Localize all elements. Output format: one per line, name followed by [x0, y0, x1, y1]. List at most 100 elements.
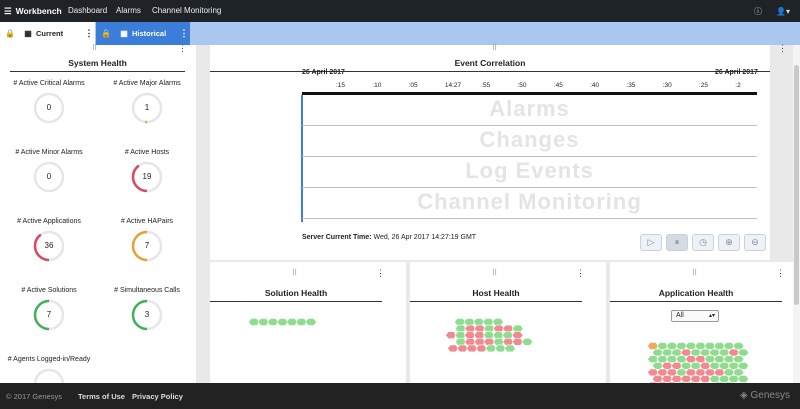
lane-log-events[interactable]: Log Events [302, 157, 757, 188]
metric-tile[interactable]: # Active HAPairs 7 [98, 218, 196, 262]
metric-label: # Simultaneous Calls [114, 287, 180, 294]
hex-cell[interactable] [732, 342, 745, 350]
metric-tile[interactable]: # Simultaneous Calls 3 [98, 287, 196, 331]
drag-handle-icon[interactable]: ⠿ [492, 269, 497, 277]
lane-label: Channel Monitoring [417, 189, 642, 214]
server-time-label: Server Current Time: [302, 234, 372, 241]
select-value: All [676, 312, 684, 319]
lane-channel-monitoring[interactable]: Channel Monitoring [302, 188, 757, 219]
metric-label: # Agents Logged-in/Ready [7, 356, 91, 363]
play-button[interactable]: ▷ [640, 234, 662, 251]
hex-cell[interactable] [504, 344, 516, 353]
panel-title: Host Health [410, 288, 582, 302]
nav-alarms[interactable]: Alarms [116, 0, 141, 22]
lane-changes[interactable]: Changes [302, 126, 757, 157]
pause-icon: ⏸ [674, 237, 680, 247]
page-scrollbar[interactable] [793, 45, 800, 383]
metric-tile[interactable]: # Active Solutions 7 [0, 287, 98, 331]
lock-icon[interactable]: 🔒 [96, 29, 116, 38]
lane-label: Changes [479, 127, 580, 152]
terms-of-use-link[interactable]: Terms of Use [78, 392, 125, 401]
metric-tile[interactable]: # Active Applications 36 [0, 218, 98, 262]
app-title: Workbench [15, 6, 62, 16]
select-arrow-icon: ▴▾ [708, 313, 715, 319]
metric-label: # Active Hosts [124, 149, 170, 156]
metric-tile[interactable]: # Active Critical Alarms 0 [0, 80, 98, 124]
scrollbar-thumb[interactable] [794, 65, 799, 305]
solution-health-panel: ⠿ ⋮ Solution Health [210, 262, 406, 383]
metric-value: 0 [46, 103, 52, 112]
play-icon: ▷ [647, 237, 655, 247]
tab-historical-label: Historical [132, 29, 167, 38]
tab-current[interactable]: 🔒 ▦ Current ⋮ [0, 22, 95, 45]
metric-value: 0 [46, 172, 52, 181]
grid-icon: ▦ [120, 29, 128, 38]
metric-label: # Active Critical Alarms [13, 80, 85, 87]
panel-menu-icon[interactable]: ⋮ [776, 268, 785, 279]
hex-cell[interactable] [737, 375, 750, 383]
panel-menu-icon[interactable]: ⋮ [778, 43, 787, 54]
footer-copyright: © 2017 Genesys [6, 392, 62, 401]
zoom-out-button[interactable]: ⊖ [744, 234, 766, 251]
top-nav: ☰ Workbench Dashboard Alarms Channel Mon… [0, 0, 800, 22]
drag-handle-icon[interactable]: ⠿ [692, 269, 697, 277]
host-hex-map[interactable] [410, 302, 606, 392]
tab-historical[interactable]: 🔒 ▦ Historical ⋮ [96, 22, 190, 45]
hex-cell[interactable] [492, 318, 504, 326]
drag-handle-icon[interactable]: ⠿ [92, 44, 97, 52]
drag-handle-icon[interactable]: ⠿ [492, 44, 497, 52]
hex-cell[interactable] [521, 337, 534, 346]
footer-brand: ◈ Genesys [740, 390, 790, 401]
timeline-tick: :30 [662, 82, 672, 89]
metric-label: # Active HAPairs [120, 218, 174, 225]
metric-tile[interactable]: # Active Major Alarms 1 [98, 80, 196, 124]
timeline-tick: :35 [626, 82, 636, 89]
solution-hex-map[interactable] [210, 302, 406, 392]
metric-label: # Active Applications [17, 218, 81, 225]
timeline-tick: :2 [735, 82, 741, 89]
metric-tile[interactable]: # Active Hosts 19 [98, 149, 196, 193]
panel-menu-icon[interactable]: ⋮ [178, 43, 187, 54]
hex-cell[interactable] [732, 368, 745, 377]
tab-historical-menu-icon[interactable]: ⋮ [178, 28, 190, 39]
lock-icon[interactable]: 🔒 [0, 29, 20, 38]
info-icon[interactable]: ⓘ [754, 6, 762, 17]
footer-brand-text: Genesys [750, 390, 790, 401]
hex-cell[interactable] [305, 318, 317, 326]
pause-button[interactable]: ⏸ [666, 234, 688, 251]
metric-label: # Active Solutions [21, 287, 77, 294]
metric-tile[interactable]: # Active Minor Alarms 0 [0, 149, 98, 193]
timeline-date-start: 26 April 2017 [302, 69, 345, 76]
server-time: Server Current Time: Wed, 26 Apr 2017 14… [302, 234, 476, 241]
hex-cell[interactable] [511, 331, 524, 340]
metric-tile[interactable]: # Agents Logged-in/Ready [0, 356, 98, 400]
timeline-date-end: 26 April 2017 [715, 69, 758, 76]
metric-value: 7 [46, 310, 52, 319]
panel-menu-icon[interactable]: ⋮ [576, 268, 585, 279]
hex-cell[interactable] [511, 324, 524, 333]
metric-value: 7 [144, 241, 150, 250]
lane-alarms[interactable]: Alarms [302, 95, 757, 126]
user-menu-icon[interactable]: 👤▾ [776, 7, 790, 16]
workbench-logo-icon: ☰ [4, 5, 12, 16]
metric-label: # Active Major Alarms [113, 80, 181, 87]
panel-menu-icon[interactable]: ⋮ [376, 268, 385, 279]
tab-current-menu-icon[interactable]: ⋮ [83, 28, 95, 39]
privacy-policy-link[interactable]: Privacy Policy [132, 392, 183, 401]
timeline-tick: :10 [372, 82, 382, 89]
app-brand[interactable]: ☰ Workbench [4, 0, 62, 22]
application-filter-select[interactable]: All ▴▾ [671, 310, 719, 322]
hex-cell[interactable] [737, 348, 750, 357]
hex-cell[interactable] [737, 361, 750, 370]
zoom-in-button[interactable]: ⊕ [718, 234, 740, 251]
timeline-tick: :55 [481, 82, 491, 89]
zoom-out-icon: ⊖ [751, 237, 759, 247]
hex-cell[interactable] [732, 355, 745, 364]
footer: © 2017 Genesys Terms of Use Privacy Poli… [0, 383, 800, 409]
time-button[interactable]: ◷ [692, 234, 714, 251]
metric-label: # Active Minor Alarms [15, 149, 83, 156]
nav-channel-monitoring[interactable]: Channel Monitoring [152, 0, 221, 22]
nav-dashboard[interactable]: Dashboard [68, 0, 107, 22]
drag-handle-icon[interactable]: ⠿ [292, 269, 297, 277]
application-health-panel: ⠿ ⋮ Application Health All ▴▾ [610, 262, 796, 390]
